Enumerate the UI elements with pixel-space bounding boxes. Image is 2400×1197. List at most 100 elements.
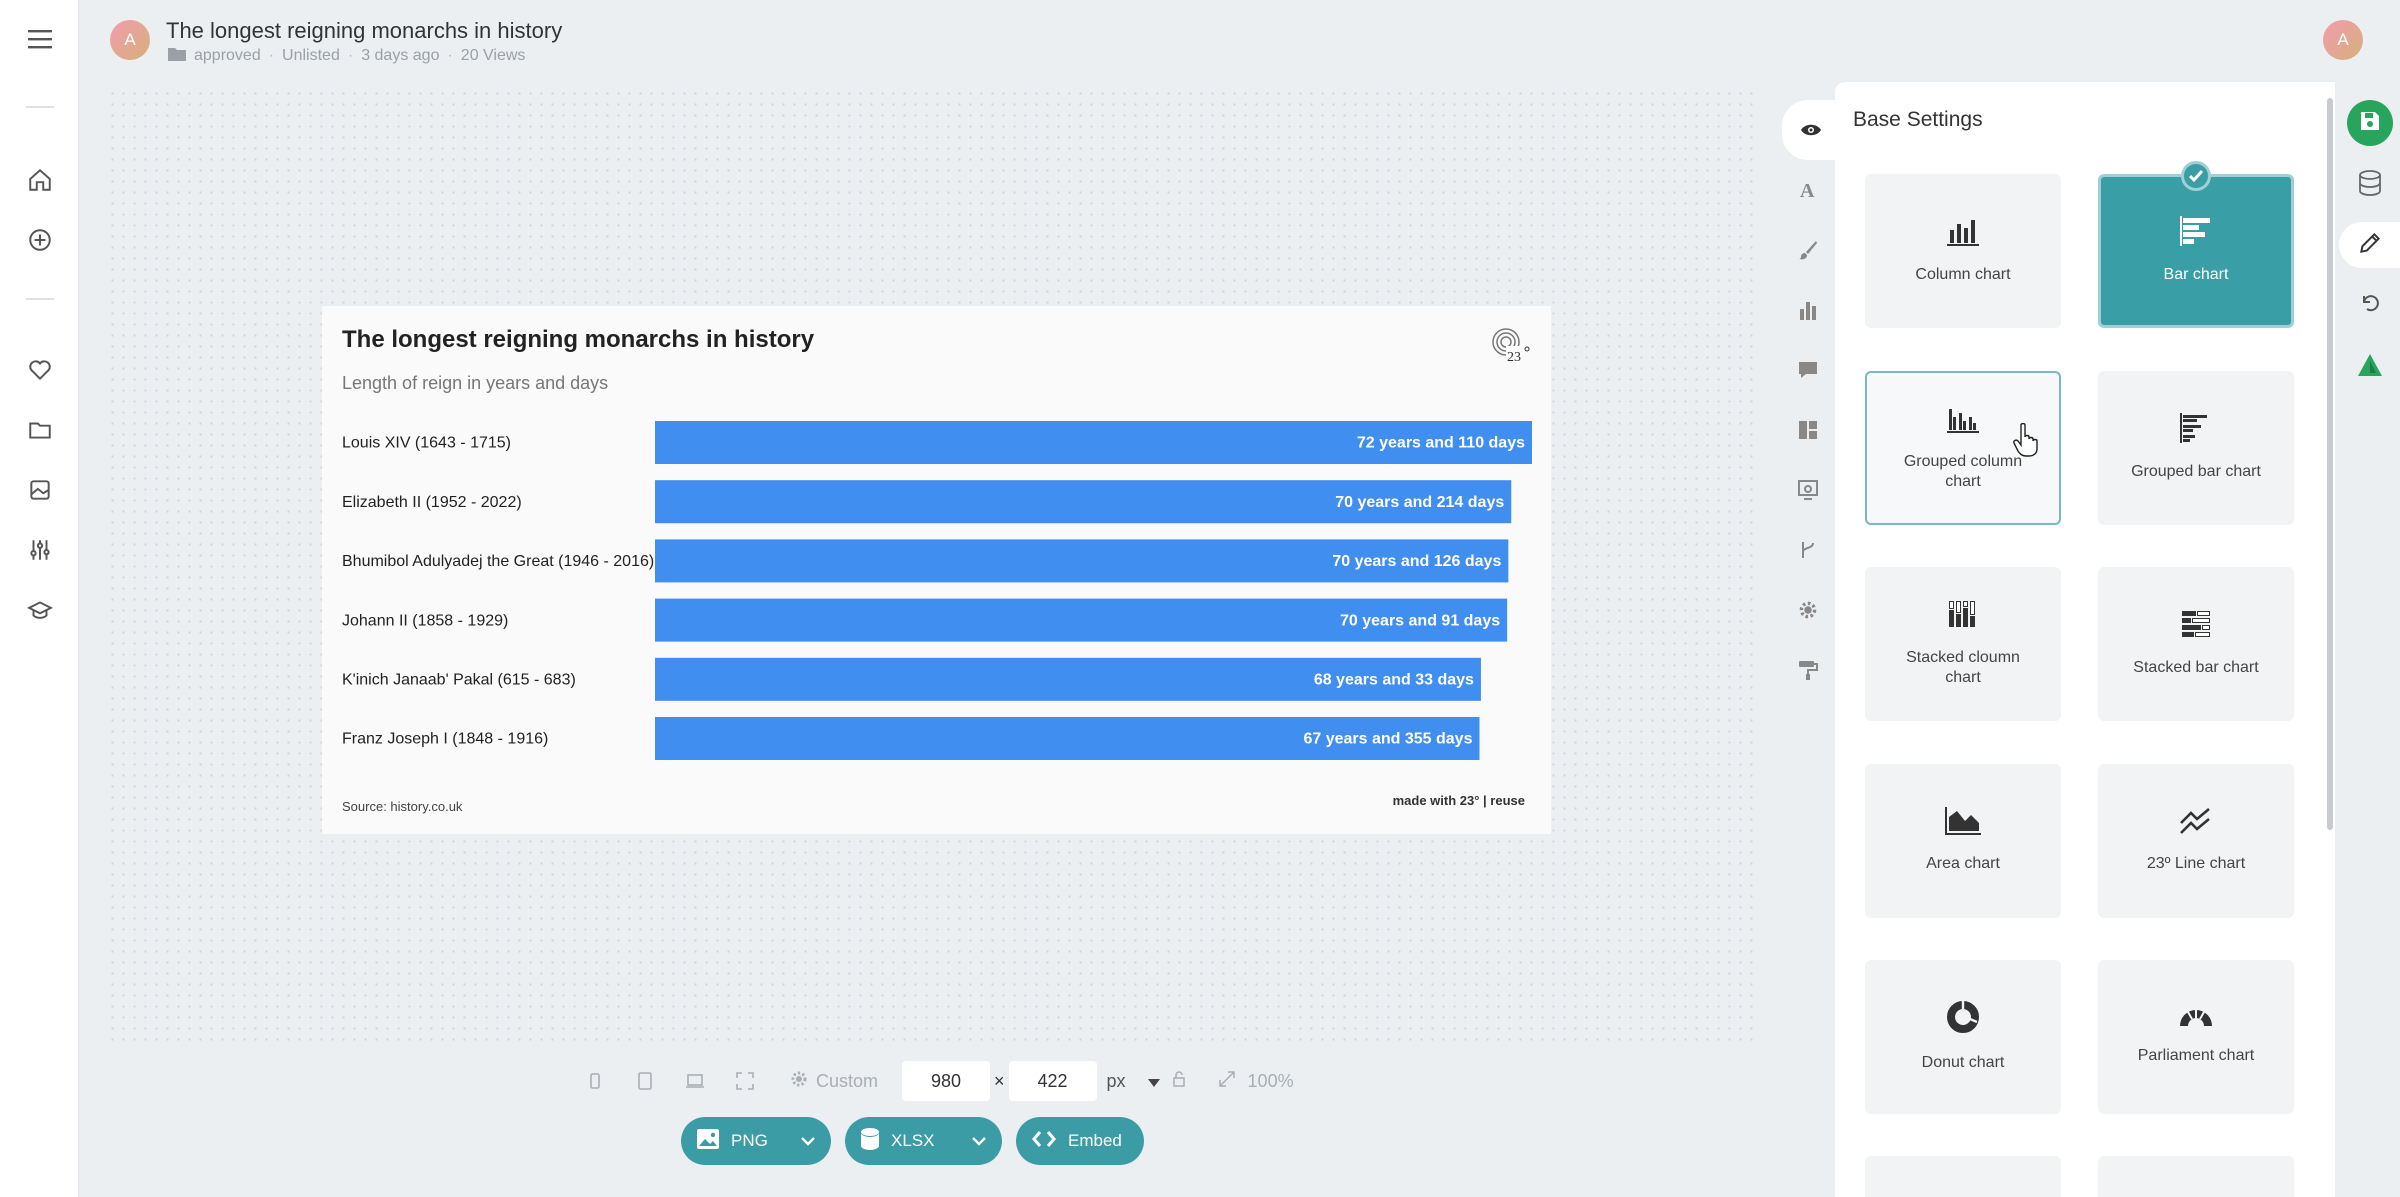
embed-button[interactable]: Embed [1016, 1117, 1144, 1165]
branch-icon[interactable] [1782, 520, 1834, 580]
folder-icon [168, 46, 186, 66]
edit-button[interactable] [2339, 222, 2400, 268]
folder-name[interactable]: approved [194, 47, 261, 65]
height-input[interactable] [1008, 1061, 1097, 1101]
save-button[interactable] [2347, 100, 2393, 146]
line-chart-icon [2179, 807, 2213, 842]
xlsx-export-button[interactable]: XLSX [845, 1117, 1002, 1165]
scrollbar-thumb[interactable] [2327, 98, 2333, 830]
heart-icon[interactable] [22, 352, 58, 388]
graduation-cap-icon[interactable] [22, 592, 58, 628]
layout-icon[interactable] [1782, 400, 1834, 460]
document-title[interactable]: The longest reigning monarchs in history [166, 18, 562, 44]
tile-label: Area chart [1926, 855, 2000, 872]
fullscreen-icon[interactable] [720, 1072, 770, 1090]
export-toolbar: PNG XLSX Embed [681, 1117, 1144, 1165]
updated-time: 3 days ago [361, 47, 440, 64]
image-icon[interactable] [22, 472, 58, 508]
user-avatar[interactable]: A [2323, 20, 2363, 60]
chart-card[interactable]: The longest reigning monarchs in history… [322, 306, 1551, 834]
stacked-column-chart-tile[interactable]: Stacked cloumn chart [1865, 567, 2061, 721]
tablet-view-icon[interactable] [620, 1072, 670, 1090]
chevron-down-icon[interactable] [801, 1131, 815, 1151]
hand-cursor-icon [2013, 422, 2039, 464]
lock-icon[interactable] [1172, 1070, 1188, 1092]
publish-button[interactable] [2347, 344, 2393, 390]
column-chart-tile[interactable]: Column chart [1865, 174, 2061, 328]
bar-chart-tile[interactable]: Bar chart [2098, 161, 2294, 328]
brand-triangle-icon [2357, 353, 2383, 382]
resize-icon[interactable] [1218, 1070, 1236, 1093]
database-icon [861, 1127, 879, 1155]
gear-icon[interactable] [790, 1070, 808, 1093]
width-input[interactable] [902, 1061, 991, 1101]
png-label: PNG [731, 1131, 768, 1150]
unit-dropdown-icon[interactable] [1147, 1071, 1160, 1092]
parliament-chart-tile[interactable]: Parliament chart [2098, 960, 2294, 1114]
parliament-chart-icon [2179, 1007, 2213, 1034]
brush-icon[interactable] [1782, 220, 1834, 280]
category-label: Johann II (1858 - 1929) [342, 612, 508, 629]
chart-tile-partial[interactable] [2098, 1156, 2294, 1197]
phone-view-icon[interactable] [570, 1073, 620, 1089]
category-label: Bhumibol Adulyadej the Great (1946 - 201… [342, 553, 654, 570]
stacked-column-icon [1947, 599, 1979, 636]
avatar-letter: A [124, 30, 136, 49]
laptop-view-icon[interactable] [670, 1073, 720, 1089]
panel-scrollbar[interactable] [2325, 90, 2335, 1190]
xlsx-label: XLSX [891, 1131, 935, 1150]
right-rail [2335, 82, 2400, 1197]
chart-source: Source: history.co.uk [342, 799, 463, 814]
menu-icon[interactable] [22, 21, 58, 57]
category-label: K'inich Janaab' Pakal (615 - 683) [342, 672, 576, 689]
chevron-down-icon[interactable] [972, 1131, 986, 1151]
unit-label: px [1106, 1070, 1126, 1091]
stacked-bar-chart-tile[interactable]: Stacked bar chart [2098, 567, 2294, 721]
text-style-icon[interactable]: A [1782, 160, 1834, 220]
annotation-icon[interactable] [1782, 460, 1834, 520]
area-chart-tile[interactable]: Area chart [1865, 764, 2061, 918]
area-chart-icon [1945, 807, 1981, 842]
tile-label: Grouped bar chart [2131, 463, 2261, 480]
column-chart-icon [1947, 216, 1979, 253]
comment-icon[interactable] [1782, 340, 1834, 400]
tile-label: Column chart [1915, 266, 2011, 283]
document-meta: approved · Unlisted · 3 days ago · 20 Vi… [168, 46, 525, 66]
bar-value-label: 67 years and 355 days [1303, 731, 1472, 748]
folder-icon[interactable] [22, 412, 58, 448]
grouped-bar-chart-tile[interactable]: Grouped bar chart [2098, 371, 2294, 525]
donut-chart-tile[interactable]: Donut chart [1865, 960, 2061, 1114]
grouped-column-chart-tile[interactable]: Grouped column chart [1865, 371, 2061, 525]
size-preset[interactable]: Custom [816, 1071, 878, 1092]
nav-divider [26, 106, 54, 108]
sliders-icon[interactable] [22, 532, 58, 568]
category-label: Louis XIV (1643 - 1715) [342, 435, 511, 452]
zoom-level[interactable]: 100% [1248, 1071, 1294, 1092]
svg-text:A: A [1800, 180, 1815, 200]
tile-label: Stacked bar chart [2133, 659, 2259, 676]
tile-label: 23º Line chart [2146, 855, 2246, 872]
png-export-button[interactable]: PNG [681, 1117, 831, 1165]
database-button[interactable] [2347, 162, 2393, 208]
undo-button[interactable] [2347, 282, 2393, 328]
user-avatar-letter: A [2337, 30, 2349, 49]
preview-eye-icon[interactable] [1782, 100, 1840, 160]
home-icon[interactable] [22, 162, 58, 198]
avatar[interactable]: A [110, 20, 150, 60]
chart-credit[interactable]: made with 23° | reuse [1393, 793, 1525, 808]
chart-tile-partial[interactable] [1865, 1156, 2061, 1197]
donut-chart-icon [1946, 1000, 1980, 1041]
pencil-icon [2357, 230, 2383, 261]
bar-value-label: 72 years and 110 days [1357, 435, 1525, 452]
tile-label: Parliament chart [2137, 1047, 2255, 1064]
settings-gear-icon[interactable] [1782, 580, 1834, 640]
settings-tab-column: A [1782, 100, 1840, 700]
check-icon [2181, 161, 2211, 191]
paint-roller-icon[interactable] [1782, 640, 1834, 700]
tile-label: Bar chart [2163, 266, 2229, 283]
left-nav [0, 0, 79, 1197]
tile-label: Grouped column chart [1903, 452, 2023, 491]
chart-type-icon[interactable] [1782, 280, 1834, 340]
add-circle-icon[interactable] [22, 222, 58, 258]
line-chart-tile[interactable]: 23º Line chart [2098, 764, 2294, 918]
